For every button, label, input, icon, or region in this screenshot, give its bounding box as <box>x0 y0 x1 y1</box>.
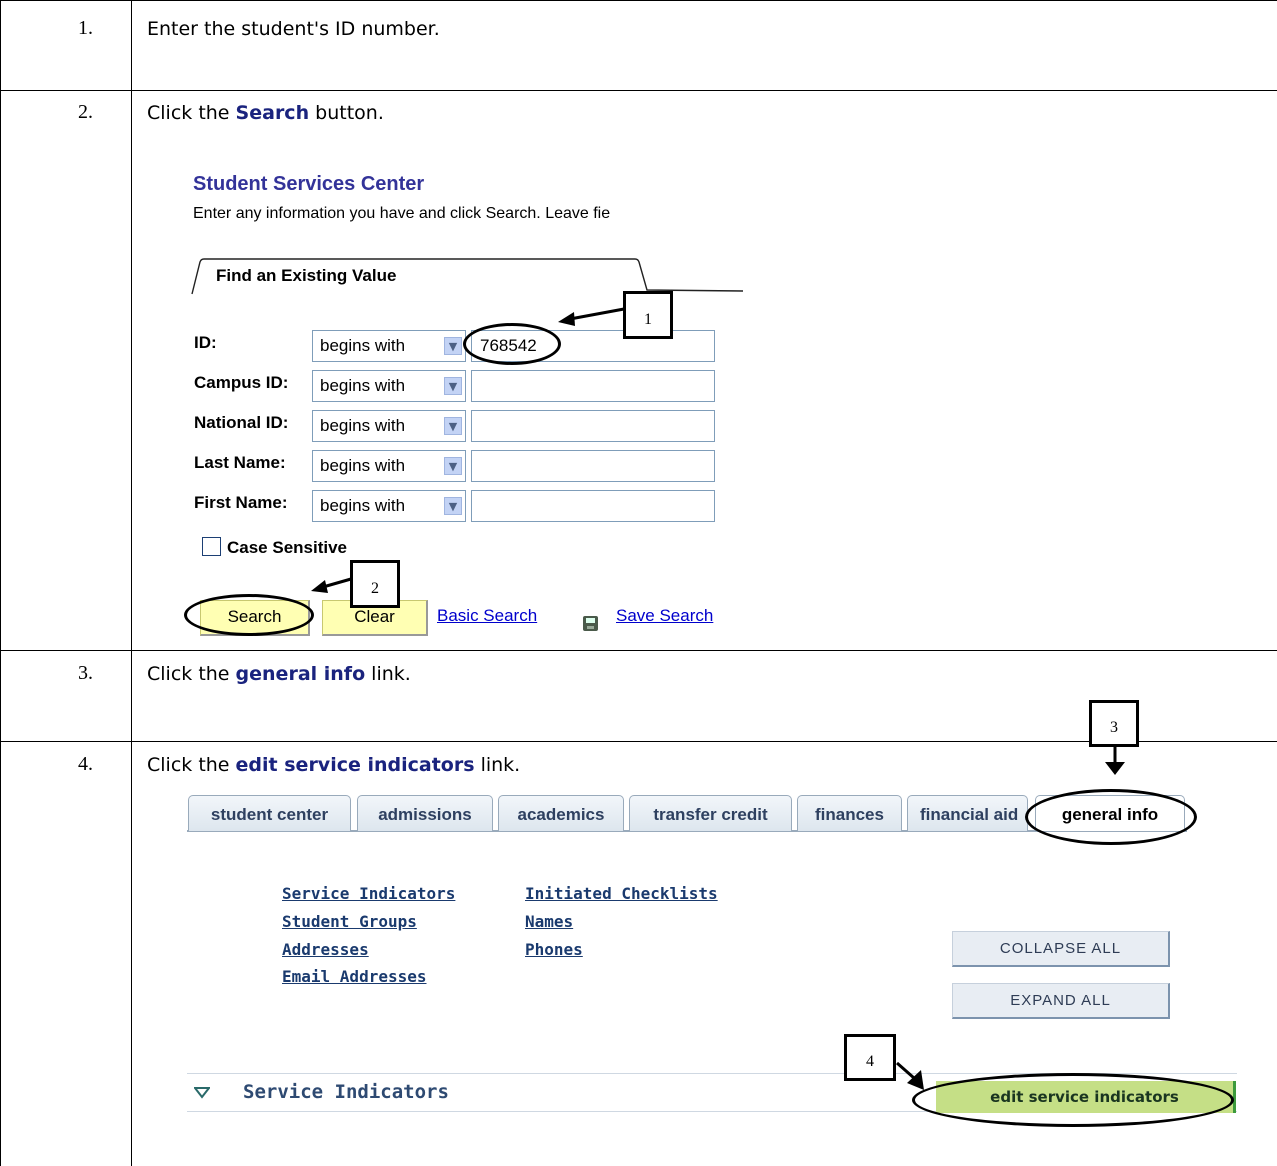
save-search-link[interactable]: Save Search <box>616 606 713 626</box>
step-4-post: link. <box>474 754 521 776</box>
section-title: Service Indicators <box>243 1081 449 1103</box>
edit-button-highlight-oval <box>912 1073 1234 1127</box>
tab-finances[interactable]: finances <box>797 795 902 831</box>
step-4-highlight: edit service indicators <box>235 754 475 776</box>
national-id-label: National ID: <box>194 413 289 432</box>
collapse-all-button[interactable]: COLLAPSE ALL <box>952 931 1170 967</box>
callout-3: 3 <box>1089 700 1139 747</box>
search-instructions: Enter any information you have and click… <box>193 205 611 222</box>
phones-link[interactable]: Phones <box>525 940 583 959</box>
find-tab-label[interactable]: Find an Existing Value <box>216 266 396 286</box>
id-label: ID: <box>194 333 217 352</box>
page-title: Student Services Center <box>193 173 425 195</box>
general-info-highlight-oval <box>1025 789 1197 845</box>
callout-4: 4 <box>844 1034 896 1081</box>
expand-all-button[interactable]: EXPAND ALL <box>952 983 1170 1019</box>
chevron-down-icon[interactable]: ▼ <box>444 497 462 515</box>
chevron-down-icon[interactable]: ▼ <box>444 457 462 475</box>
arrow-4-icon <box>896 1061 924 1090</box>
search-highlight-oval <box>184 594 314 636</box>
callout-2: 2 <box>350 560 400 608</box>
first-name-input[interactable] <box>471 490 715 522</box>
arrow-3-icon <box>1105 744 1125 775</box>
service-indicators-link[interactable]: Service Indicators <box>282 884 455 903</box>
campus-id-input[interactable] <box>471 370 715 402</box>
campus-id-label: Campus ID: <box>194 373 289 392</box>
last-name-input[interactable] <box>471 450 715 482</box>
addresses-link[interactable]: Addresses <box>282 940 369 959</box>
case-sensitive-checkbox[interactable] <box>202 537 221 556</box>
save-icon <box>583 616 598 631</box>
step-4-number: 4. <box>78 753 93 775</box>
step-2-highlight: Search <box>235 102 310 124</box>
step-2-pre: Click the <box>147 102 236 124</box>
step-1-number: 1. <box>78 17 93 39</box>
tab-academics[interactable]: academics <box>498 795 624 831</box>
last-name-operator-select[interactable]: begins with ▼ <box>312 450 466 482</box>
basic-search-link[interactable]: Basic Search <box>437 606 537 626</box>
chevron-down-icon[interactable]: ▼ <box>444 377 462 395</box>
step-1-text: Enter the student's ID number. <box>147 18 440 40</box>
step-2-post: button. <box>309 102 384 124</box>
id-value-highlight-oval <box>463 323 561 365</box>
step-3-text: Click the general info link. <box>147 663 411 685</box>
tab-financial-aid[interactable]: financial aid <box>907 795 1028 831</box>
callout-1: 1 <box>623 291 673 339</box>
step-1-pre: Enter the student's ID number. <box>147 18 440 40</box>
email-addresses-link[interactable]: Email Addresses <box>282 967 427 986</box>
student-groups-link[interactable]: Student Groups <box>282 912 417 931</box>
step-4-text: Click the edit service indicators link. <box>147 754 520 776</box>
case-sensitive-label: Case Sensitive <box>227 538 348 557</box>
campus-id-operator-select[interactable]: begins with ▼ <box>312 370 466 402</box>
step-3-pre: Click the <box>147 663 236 685</box>
tab-transfer-credit[interactable]: transfer credit <box>629 795 792 831</box>
arrow-2-icon <box>311 577 352 593</box>
chevron-down-icon[interactable]: ▼ <box>444 417 462 435</box>
first-name-label: First Name: <box>194 493 288 512</box>
step-2-text: Click the Search button. <box>147 102 384 124</box>
id-operator-select[interactable]: begins with ▼ <box>312 330 466 362</box>
step-4-pre: Click the <box>147 754 236 776</box>
national-id-operator-select[interactable]: begins with ▼ <box>312 410 466 442</box>
tab-admissions[interactable]: admissions <box>357 795 493 831</box>
initiated-checklists-link[interactable]: Initiated Checklists <box>525 884 718 903</box>
step-3-highlight: general info <box>235 663 366 685</box>
first-name-operator-select[interactable]: begins with ▼ <box>312 490 466 522</box>
step-3-post: link. <box>365 663 411 685</box>
tab-student-center[interactable]: student center <box>188 795 351 831</box>
names-link[interactable]: Names <box>525 912 573 931</box>
arrow-1-icon <box>558 307 625 326</box>
triangle-down-icon[interactable] <box>194 1087 210 1099</box>
national-id-input[interactable] <box>471 410 715 442</box>
step-2-number: 2. <box>78 101 93 123</box>
last-name-label: Last Name: <box>194 453 286 472</box>
chevron-down-icon[interactable]: ▼ <box>444 337 462 355</box>
step-3-number: 3. <box>78 662 93 684</box>
